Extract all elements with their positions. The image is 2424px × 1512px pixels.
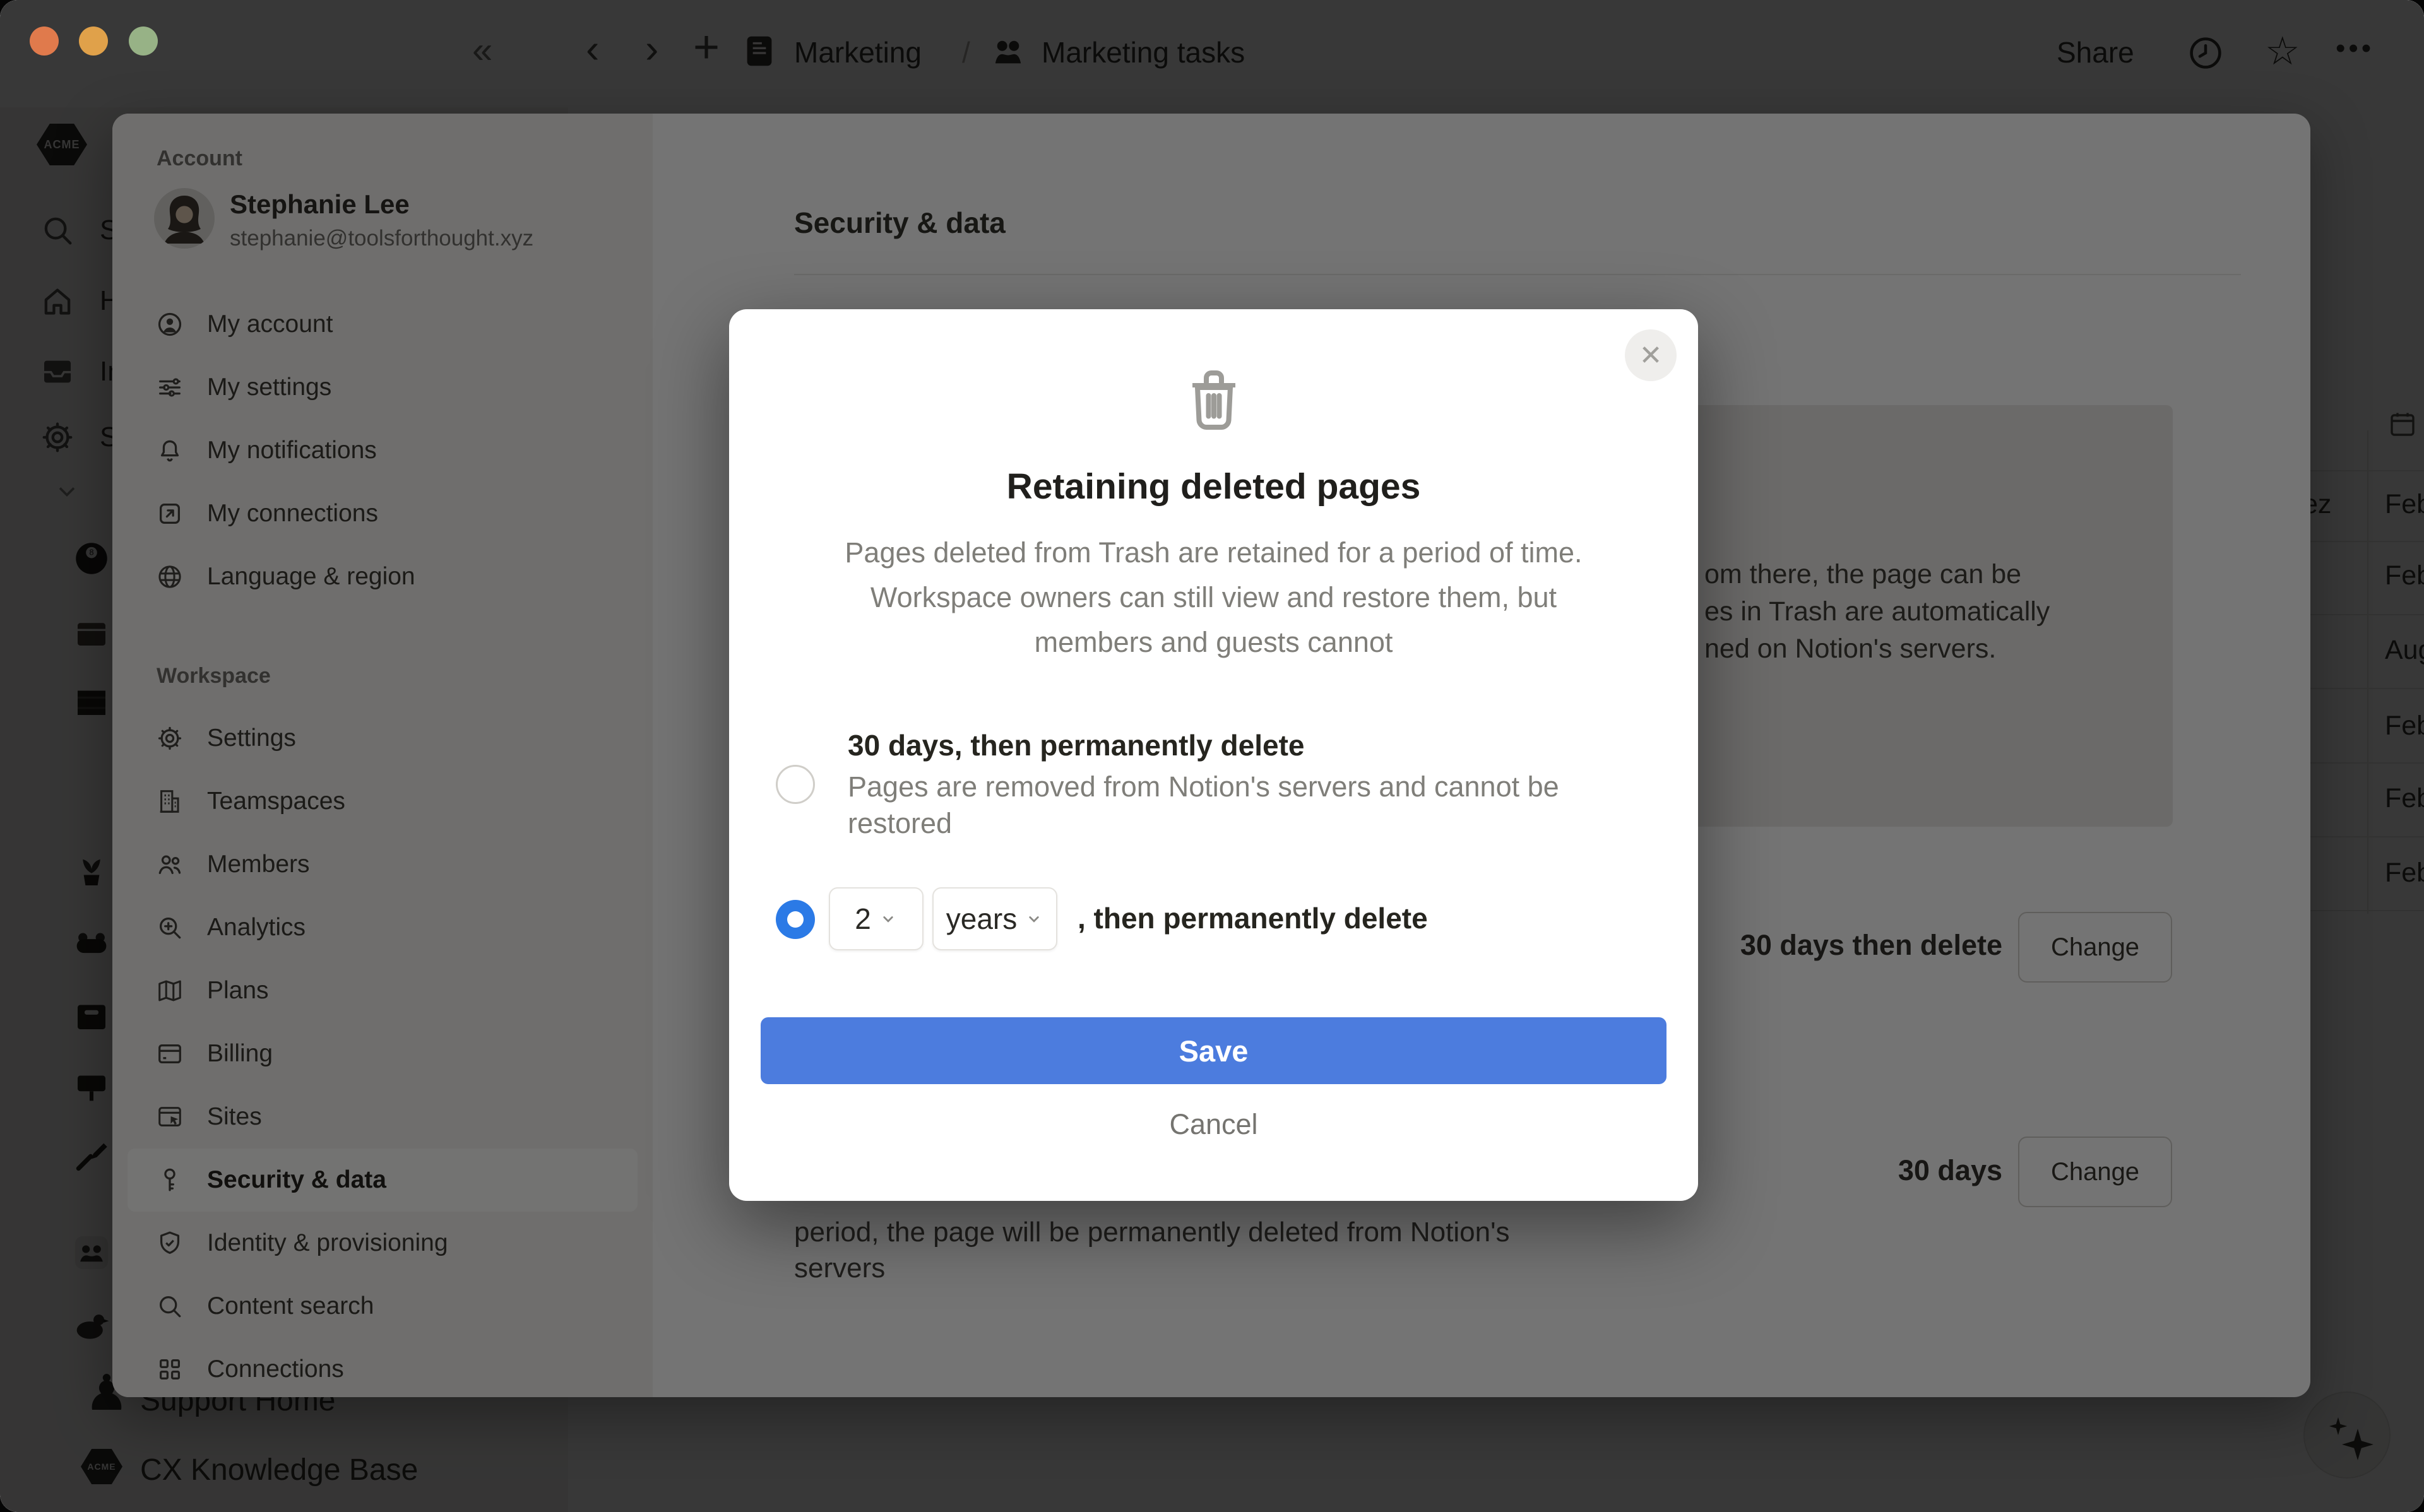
modal-description-line: Pages deleted from Trash are retained fo… — [845, 536, 1583, 569]
radio-custom-period[interactable] — [776, 900, 815, 939]
option-subtext-line: Pages are removed from Notion's servers … — [848, 771, 1559, 803]
retention-unit-select[interactable]: years — [932, 887, 1057, 950]
window-zoom-button[interactable] — [129, 27, 158, 56]
retention-number-value: 2 — [855, 902, 871, 935]
radio-30-days[interactable] — [776, 765, 815, 804]
window-minimize-button[interactable] — [79, 27, 108, 56]
window-close-button[interactable] — [30, 27, 59, 56]
chevron-down-icon — [1025, 909, 1043, 928]
modal-description-line: members and guests cannot — [1034, 626, 1393, 658]
retention-unit-value: years — [946, 902, 1018, 935]
retention-number-select[interactable]: 2 — [829, 887, 924, 950]
chevron-down-icon — [879, 909, 898, 928]
app-window: « ‹ › + Marketing / Marketing tasks Shar… — [0, 0, 2424, 1512]
retaining-deleted-pages-modal: ✕ Retaining deleted pages Pages deleted … — [729, 309, 1698, 1201]
trash-icon — [1176, 361, 1252, 437]
cancel-button[interactable]: Cancel — [729, 1108, 1698, 1141]
option-custom-suffix: , then permanently delete — [1078, 902, 1428, 935]
close-icon[interactable]: ✕ — [1625, 329, 1677, 381]
save-button[interactable]: Save — [761, 1017, 1666, 1084]
option-subtext-line: restored — [848, 807, 953, 839]
option-30-days-subtext: Pages are removed from Notion's servers … — [848, 769, 1559, 842]
modal-title: Retaining deleted pages — [1006, 466, 1421, 507]
option-30-days-label[interactable]: 30 days, then permanently delete — [848, 728, 1305, 762]
modal-description-line: Workspace owners can still view and rest… — [870, 581, 1557, 613]
modal-description: Pages deleted from Trash are retained fo… — [767, 530, 1660, 664]
